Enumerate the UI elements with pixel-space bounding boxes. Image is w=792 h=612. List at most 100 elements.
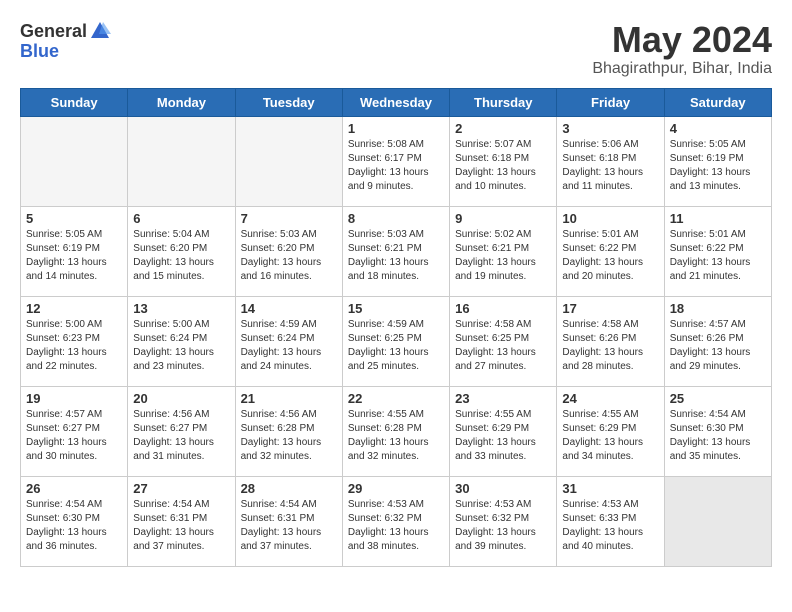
cell-text: Sunrise: 4:56 AMSunset: 6:28 PMDaylight:…	[241, 408, 337, 464]
calendar-row: 5 Sunrise: 5:05 AMSunset: 6:19 PMDaylight…	[21, 206, 772, 296]
table-row: 5 Sunrise: 5:05 AMSunset: 6:19 PMDaylight…	[21, 206, 128, 296]
cell-text: Sunrise: 4:58 AMSunset: 6:26 PMDaylight:…	[562, 318, 658, 374]
calendar-row: 12Sunrise: 5:00 AMSunset: 6:23 PMDayligh…	[21, 296, 772, 386]
day-number: 11	[670, 211, 766, 226]
day-number: 19	[26, 391, 122, 406]
day-number: 23	[455, 391, 551, 406]
day-number: 1	[348, 121, 444, 136]
col-saturday: Saturday	[664, 88, 771, 116]
cell-text: Sunrise: 5:05 AMSunset: 6:19 PMDaylight:…	[670, 138, 766, 194]
day-number: 4	[670, 121, 766, 136]
day-number: 20	[133, 391, 229, 406]
col-tuesday: Tuesday	[235, 88, 342, 116]
table-row: 22 Sunrise: 4:55 AMSunset: 6:28 PMDayligh…	[342, 386, 449, 476]
cell-text: Sunrise: 5:02 AMSunset: 6:21 PMDaylight:…	[455, 228, 551, 284]
cell-text: Sunrise: 4:54 AMSunset: 6:30 PMDaylight:…	[670, 408, 766, 464]
cell-text: Sunrise: 4:59 AMSunset: 6:25 PMDaylight:…	[348, 318, 444, 374]
cell-text: Sunrise: 5:03 AMSunset: 6:21 PMDaylight:…	[348, 228, 444, 284]
table-row: 6 Sunrise: 5:04 AMSunset: 6:20 PMDaylight…	[128, 206, 235, 296]
page-header: General Blue May 2024 Bhagirathpur, Biha…	[20, 20, 772, 78]
table-row: 20 Sunrise: 4:56 AMSunset: 6:27 PMDayligh…	[128, 386, 235, 476]
day-number: 2	[455, 121, 551, 136]
day-number: 8	[348, 211, 444, 226]
table-row: 29 Sunrise: 4:53 AMSunset: 6:32 PMDayligh…	[342, 476, 449, 566]
table-row: 9 Sunrise: 5:02 AMSunset: 6:21 PMDaylight…	[450, 206, 557, 296]
cell-text: Sunrise: 4:54 AMSunset: 6:31 PMDaylight:…	[241, 498, 337, 554]
calendar-header-row: Sunday Monday Tuesday Wednesday Thursday…	[21, 88, 772, 116]
day-number: 30	[455, 481, 551, 496]
logo-icon	[89, 20, 111, 42]
table-row: 27 Sunrise: 4:54 AMSunset: 6:31 PMDayligh…	[128, 476, 235, 566]
day-number: 15	[348, 301, 444, 316]
cell-text: Sunrise: 4:53 AMSunset: 6:32 PMDaylight:…	[455, 498, 551, 554]
day-number: 10	[562, 211, 658, 226]
table-row: 3 Sunrise: 5:06 AMSunset: 6:18 PMDaylight…	[557, 116, 664, 206]
cell-text: Sunrise: 5:07 AMSunset: 6:18 PMDaylight:…	[455, 138, 551, 194]
table-row: 18Sunrise: 4:57 AMSunset: 6:26 PMDayligh…	[664, 296, 771, 386]
day-number: 6	[133, 211, 229, 226]
table-row: 7Sunrise: 5:03 AMSunset: 6:20 PMDaylight…	[235, 206, 342, 296]
logo-general: General	[20, 22, 87, 40]
day-number: 29	[348, 481, 444, 496]
table-row: 16Sunrise: 4:58 AMSunset: 6:25 PMDayligh…	[450, 296, 557, 386]
day-number: 26	[26, 481, 122, 496]
day-number: 17	[562, 301, 658, 316]
cell-text: Sunrise: 5:04 AMSunset: 6:20 PMDaylight:…	[133, 228, 229, 284]
table-row: 14Sunrise: 4:59 AMSunset: 6:24 PMDayligh…	[235, 296, 342, 386]
cell-text: Sunrise: 4:56 AMSunset: 6:27 PMDaylight:…	[133, 408, 229, 464]
table-row: 21 Sunrise: 4:56 AMSunset: 6:28 PMDayligh…	[235, 386, 342, 476]
cell-text: Sunrise: 4:59 AMSunset: 6:24 PMDaylight:…	[241, 318, 337, 374]
calendar-row: 19Sunrise: 4:57 AMSunset: 6:27 PMDayligh…	[21, 386, 772, 476]
day-number: 16	[455, 301, 551, 316]
cell-text: Sunrise: 4:55 AMSunset: 6:29 PMDaylight:…	[562, 408, 658, 464]
day-number: 5	[26, 211, 122, 226]
table-row: 23Sunrise: 4:55 AMSunset: 6:29 PMDayligh…	[450, 386, 557, 476]
col-sunday: Sunday	[21, 88, 128, 116]
col-thursday: Thursday	[450, 88, 557, 116]
table-row: 8 Sunrise: 5:03 AMSunset: 6:21 PMDaylight…	[342, 206, 449, 296]
cell-text: Sunrise: 5:01 AMSunset: 6:22 PMDaylight:…	[670, 228, 766, 284]
calendar-row: 26 Sunrise: 4:54 AMSunset: 6:30 PMDayligh…	[21, 476, 772, 566]
day-number: 9	[455, 211, 551, 226]
day-number: 31	[562, 481, 658, 496]
day-number: 12	[26, 301, 122, 316]
table-row	[128, 116, 235, 206]
cell-text: Sunrise: 5:06 AMSunset: 6:18 PMDaylight:…	[562, 138, 658, 194]
cell-text: Sunrise: 4:53 AMSunset: 6:33 PMDaylight:…	[562, 498, 658, 554]
cell-text: Sunrise: 4:53 AMSunset: 6:32 PMDaylight:…	[348, 498, 444, 554]
table-row: 11 Sunrise: 5:01 AMSunset: 6:22 PMDayligh…	[664, 206, 771, 296]
cell-text: Sunrise: 5:00 AMSunset: 6:24 PMDaylight:…	[133, 318, 229, 374]
col-monday: Monday	[128, 88, 235, 116]
day-number: 7	[241, 211, 337, 226]
table-row: 24 Sunrise: 4:55 AMSunset: 6:29 PMDayligh…	[557, 386, 664, 476]
day-number: 18	[670, 301, 766, 316]
cell-text: Sunrise: 4:55 AMSunset: 6:28 PMDaylight:…	[348, 408, 444, 464]
cell-text: Sunrise: 4:54 AMSunset: 6:30 PMDaylight:…	[26, 498, 122, 554]
table-row: 26 Sunrise: 4:54 AMSunset: 6:30 PMDayligh…	[21, 476, 128, 566]
calendar-title: May 2024	[592, 20, 772, 60]
day-number: 3	[562, 121, 658, 136]
title-section: May 2024 Bhagirathpur, Bihar, India	[592, 20, 772, 78]
table-row: 12Sunrise: 5:00 AMSunset: 6:23 PMDayligh…	[21, 296, 128, 386]
table-row	[235, 116, 342, 206]
day-number: 13	[133, 301, 229, 316]
table-row: 15 Sunrise: 4:59 AMSunset: 6:25 PMDayligh…	[342, 296, 449, 386]
day-number: 21	[241, 391, 337, 406]
cell-text: Sunrise: 4:54 AMSunset: 6:31 PMDaylight:…	[133, 498, 229, 554]
cell-text: Sunrise: 5:08 AMSunset: 6:17 PMDaylight:…	[348, 138, 444, 194]
table-row	[21, 116, 128, 206]
day-number: 25	[670, 391, 766, 406]
table-row: 10Sunrise: 5:01 AMSunset: 6:22 PMDayligh…	[557, 206, 664, 296]
table-row: 2 Sunrise: 5:07 AMSunset: 6:18 PMDaylight…	[450, 116, 557, 206]
table-row	[664, 476, 771, 566]
table-row: 19Sunrise: 4:57 AMSunset: 6:27 PMDayligh…	[21, 386, 128, 476]
cell-text: Sunrise: 5:05 AMSunset: 6:19 PMDaylight:…	[26, 228, 122, 284]
calendar-subtitle: Bhagirathpur, Bihar, India	[592, 60, 772, 78]
logo: General Blue	[20, 20, 111, 60]
day-number: 28	[241, 481, 337, 496]
table-row: 30 Sunrise: 4:53 AMSunset: 6:32 PMDayligh…	[450, 476, 557, 566]
day-number: 27	[133, 481, 229, 496]
calendar-table: Sunday Monday Tuesday Wednesday Thursday…	[20, 88, 772, 567]
day-number: 22	[348, 391, 444, 406]
day-number: 24	[562, 391, 658, 406]
